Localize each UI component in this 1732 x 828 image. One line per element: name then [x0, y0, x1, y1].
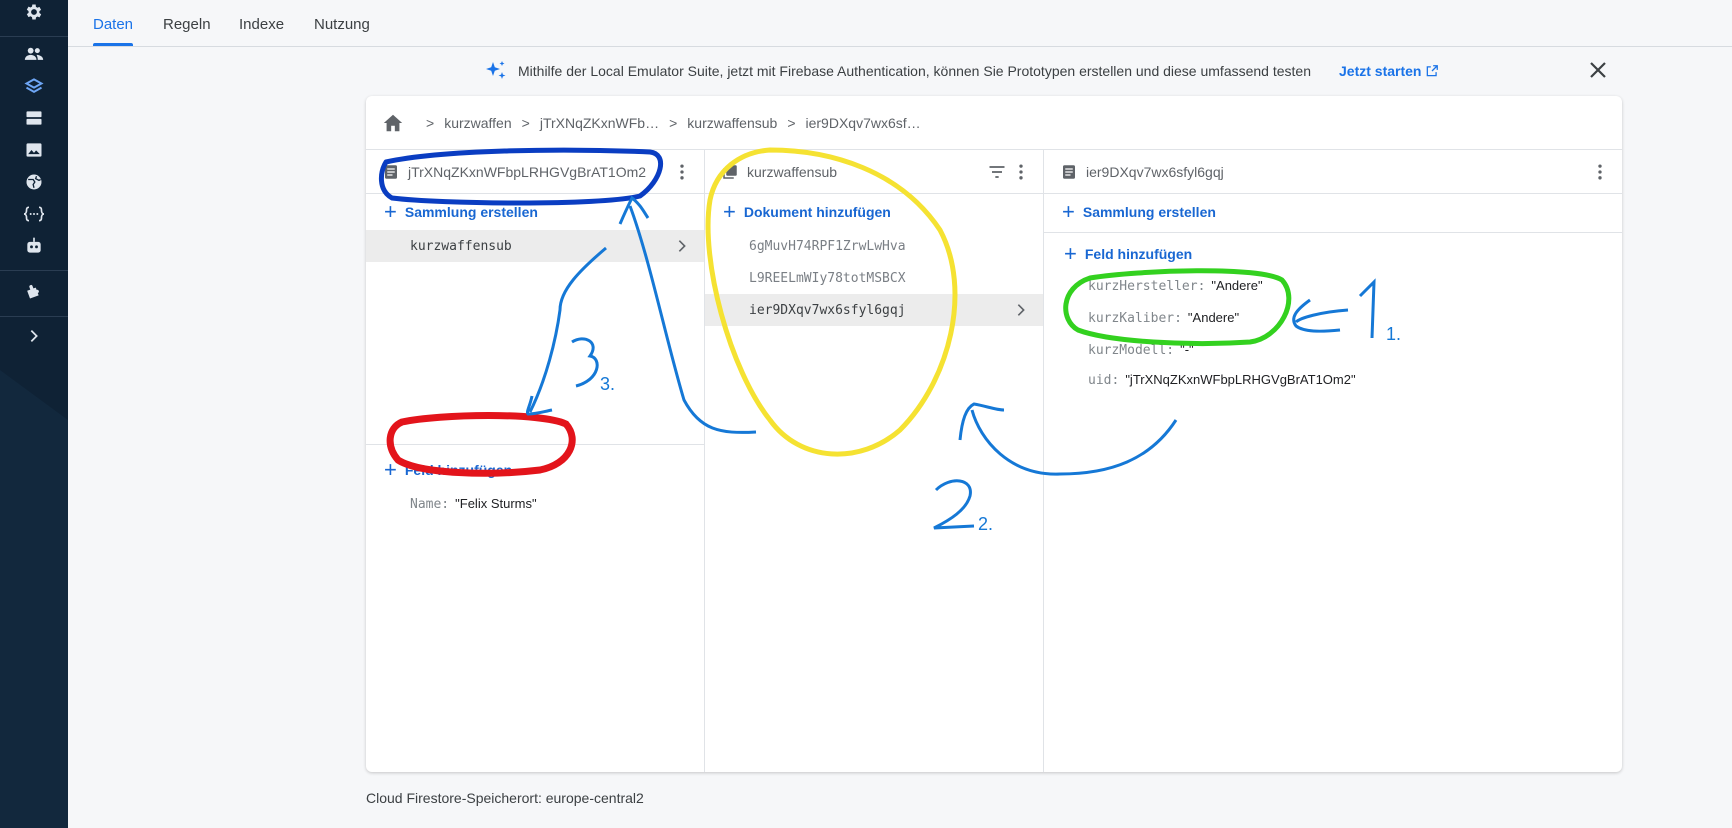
chevron-right-icon: >	[521, 114, 530, 131]
field-key: kurzKaliber:	[1088, 311, 1182, 326]
add-collection-label: Sammlung erstellen	[404, 204, 538, 220]
field-row[interactable]: kurzKaliber: "Andere"	[1088, 310, 1239, 326]
more-vert-icon[interactable]	[672, 162, 692, 182]
breadcrumb-item[interactable]: kurzwaffensub	[687, 115, 777, 131]
divider	[366, 444, 704, 445]
field-key: uid:	[1088, 373, 1120, 388]
ml-icon[interactable]	[22, 234, 46, 258]
column-header: ier9DXqv7wx6sfyl6gqj	[1044, 150, 1622, 194]
collection-column: kurzwaffensub + Dokument hinzufügen 6gMu…	[705, 150, 1044, 772]
field-value: "Felix Sturms"	[455, 496, 537, 511]
list-item-collection[interactable]: kurzwaffensub	[366, 230, 704, 262]
collection-name: kurzwaffensub	[410, 238, 512, 254]
list-item-document-selected[interactable]: ier9DXqv7wx6sfyl6gqj	[705, 294, 1043, 326]
tab-regeln[interactable]: Regeln	[163, 16, 211, 33]
field-value: "jTrXNqZKxnWFbpLRHGVgBrAT1Om2"	[1125, 372, 1356, 387]
plus-icon: +	[1062, 199, 1075, 224]
extensions-icon[interactable]	[22, 278, 46, 302]
filter-icon[interactable]	[987, 162, 1007, 182]
list-item-document[interactable]: 6gMuvH74RPF1ZrwLwHva	[705, 230, 1043, 262]
add-collection-label: Sammlung erstellen	[1082, 204, 1216, 220]
add-field-button[interactable]: + Feld hinzufügen	[1064, 241, 1193, 266]
user-document-column: jTrXNqZKxnWFbpLRHGVgBrAT1Om2 + Sammlung …	[366, 150, 705, 772]
left-nav-rail	[0, 0, 68, 828]
field-row[interactable]: kurzHersteller: "Andere"	[1088, 278, 1263, 294]
expand-icon[interactable]	[22, 324, 46, 348]
collection-icon	[723, 164, 737, 179]
add-document-label: Dokument hinzufügen	[743, 204, 891, 220]
chevron-right-icon: >	[669, 114, 678, 131]
breadcrumb-item[interactable]: kurzwaffen	[444, 115, 511, 131]
external-link-icon	[1427, 65, 1439, 77]
sparkle-icon	[486, 61, 506, 79]
rail-decoration	[0, 370, 68, 828]
tab-nutzung[interactable]: Nutzung	[314, 16, 370, 33]
add-field-label: Feld hinzufügen	[404, 462, 513, 478]
settings-icon[interactable]	[22, 0, 46, 24]
field-row[interactable]: uid: "jTrXNqZKxnWFbpLRHGVgBrAT1Om2"	[1088, 372, 1356, 388]
firestore-icon[interactable]	[22, 74, 46, 98]
functions-icon[interactable]	[22, 202, 46, 226]
document-id: L9REELmWIy78totMSBCX	[749, 270, 906, 286]
chevron-right-icon	[678, 240, 686, 252]
breadcrumb-item[interactable]: jTrXNqZKxnWFb…	[540, 115, 659, 131]
banner-start-label: Jetzt starten	[1339, 63, 1422, 79]
chevron-right-icon: >	[787, 114, 796, 131]
storage-location: Cloud Firestore-Speicherort: europe-cent…	[366, 790, 644, 806]
users-icon[interactable]	[22, 42, 46, 66]
rail-separator	[0, 270, 68, 271]
field-key: kurzHersteller:	[1088, 279, 1206, 294]
field-value: "Andere"	[1187, 310, 1240, 325]
field-key: Name:	[410, 497, 450, 512]
field-value: "Andere"	[1211, 278, 1263, 293]
divider	[1044, 232, 1622, 233]
document-icon	[385, 164, 397, 179]
rail-separator	[0, 36, 68, 37]
banner-message: Mithilfe der Local Emulator Suite, jetzt…	[518, 63, 1311, 79]
field-row[interactable]: kurzModell: "-"	[1088, 342, 1194, 358]
chevron-right-icon: >	[426, 114, 435, 131]
more-vert-icon[interactable]	[1011, 162, 1031, 182]
list-item-document[interactable]: L9REELmWIy78totMSBCX	[705, 262, 1043, 294]
field-key: kurzModell:	[1088, 343, 1175, 358]
column-header: kurzwaffensub	[705, 150, 1043, 194]
plus-icon: +	[384, 457, 397, 482]
emulator-banner: Mithilfe der Local Emulator Suite, jetzt…	[484, 56, 1484, 86]
document-id: 6gMuvH74RPF1ZrwLwHva	[749, 238, 906, 254]
firestore-panel: > kurzwaffen > jTrXNqZKxnWFb… > kurzwaff…	[366, 96, 1622, 772]
tab-bar: Daten Regeln Indexe Nutzung	[68, 0, 1732, 47]
rail-separator	[0, 316, 68, 317]
plus-icon: +	[723, 199, 736, 224]
home-icon[interactable]	[382, 112, 404, 134]
banner-start-link[interactable]: Jetzt starten	[1339, 63, 1439, 79]
column-title: ier9DXqv7wx6sfyl6gqj	[1086, 163, 1224, 180]
plus-icon: +	[1064, 241, 1077, 266]
more-vert-icon[interactable]	[1590, 162, 1610, 182]
tab-indexe[interactable]: Indexe	[239, 16, 284, 33]
field-row[interactable]: Name: "Felix Sturms"	[410, 496, 537, 512]
tab-daten[interactable]: Daten	[93, 16, 134, 46]
document-id: ier9DXqv7wx6sfyl6gqj	[749, 302, 906, 318]
add-field-button[interactable]: + Feld hinzufügen	[384, 457, 513, 482]
plus-icon: +	[384, 199, 397, 224]
add-document-button[interactable]: + Dokument hinzufügen	[723, 199, 891, 224]
column-title: jTrXNqZKxnWFbpLRHGVgBrAT1Om2	[408, 163, 647, 180]
column-header: jTrXNqZKxnWFbpLRHGVgBrAT1Om2	[366, 150, 704, 194]
breadcrumb-item[interactable]: ier9DXqv7wx6sf…	[806, 115, 921, 131]
column-title: kurzwaffensub	[747, 163, 838, 180]
add-field-label: Feld hinzufügen	[1084, 246, 1193, 262]
close-icon[interactable]	[1586, 58, 1610, 82]
chevron-right-icon	[1017, 304, 1025, 316]
document-column: ier9DXqv7wx6sfyl6gqj + Sammlung erstelle…	[1044, 150, 1622, 772]
add-collection-button[interactable]: + Sammlung erstellen	[384, 199, 538, 224]
storage-icon[interactable]	[22, 138, 46, 162]
database-icon[interactable]	[22, 106, 46, 130]
breadcrumb: > kurzwaffen > jTrXNqZKxnWFb… > kurzwaff…	[366, 96, 1622, 150]
hosting-icon[interactable]	[22, 170, 46, 194]
document-icon	[1063, 164, 1075, 179]
add-collection-button[interactable]: + Sammlung erstellen	[1062, 199, 1216, 224]
field-value: "-"	[1180, 342, 1194, 357]
